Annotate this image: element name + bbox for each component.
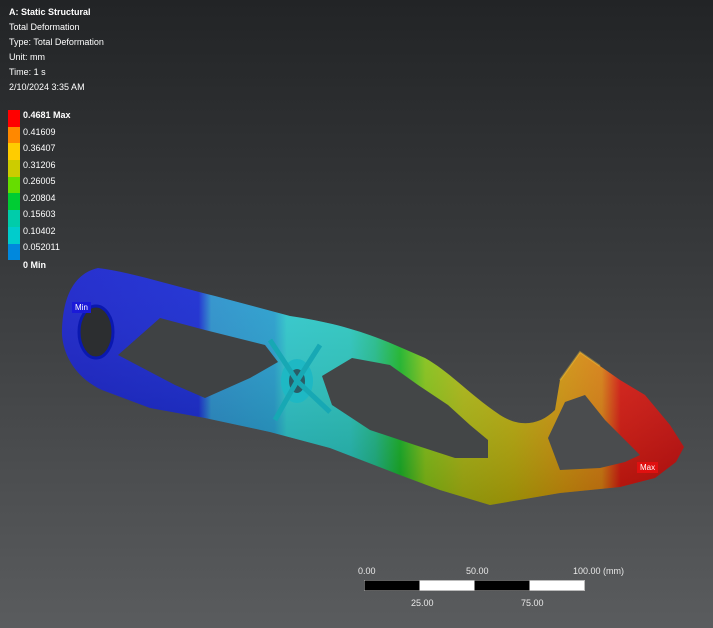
min-probe-tag[interactable]: Min	[72, 302, 91, 313]
scale-label: 100.00 (mm)	[573, 566, 625, 576]
scale-label: 25.00	[411, 598, 434, 608]
max-probe-tag[interactable]: Max	[637, 462, 659, 473]
scale-bar: 0.00 50.00 100.00 (mm) 25.00 75.00	[355, 566, 624, 608]
scale-label: 50.00	[466, 566, 489, 576]
scale-label: 0.00	[358, 566, 376, 576]
scale-bar-graphic	[364, 580, 585, 591]
deformation-model-viewport[interactable]	[0, 0, 713, 628]
scale-label: 75.00	[521, 598, 544, 608]
